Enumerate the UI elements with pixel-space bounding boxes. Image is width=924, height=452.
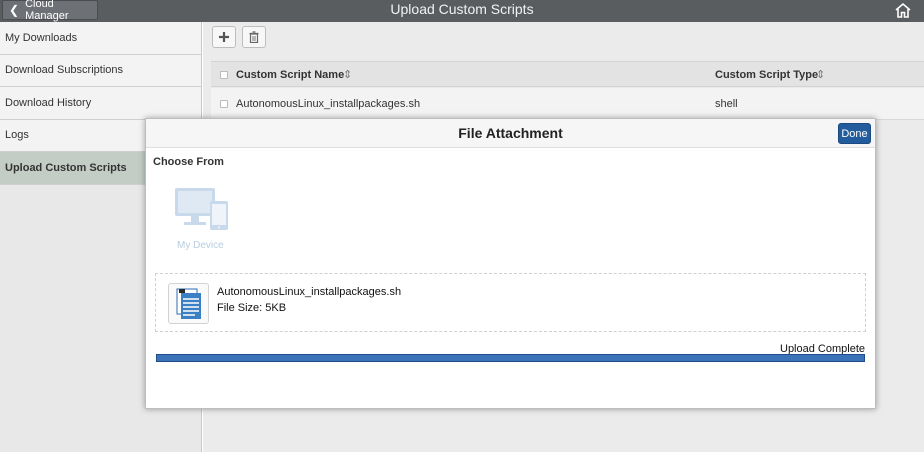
grid-header: Custom Script Name ⇕ Custom Script Type … [211,61,924,87]
sort-icon[interactable]: ⇕ [343,68,352,81]
top-bar: ❮ Cloud Manager Upload Custom Scripts [0,0,924,22]
file-item: AutonomousLinux_installpackages.sh File … [155,273,866,332]
plus-icon [219,32,229,42]
my-device-label[interactable]: My Device [177,240,224,251]
modal-title: File Attachment [458,125,563,141]
table-row[interactable]: AutonomousLinux_installpackages.sh shell [211,88,924,120]
script-name-cell: AutonomousLinux_installpackages.sh [236,98,421,110]
sidebar-item-download-subscriptions[interactable]: Download Subscriptions [0,54,201,87]
sidebar-item-label: Upload Custom Scripts [5,161,127,174]
row-checkbox[interactable] [220,100,228,108]
sidebar-item-download-history[interactable]: Download History [0,87,201,120]
modal-header: File Attachment Done [146,119,875,148]
delete-button[interactable] [242,26,266,48]
page-title: Upload Custom Scripts [390,1,534,17]
add-button[interactable] [212,26,236,48]
sidebar-item-label: Download History [5,96,92,109]
progress-fill [157,355,864,361]
file-thumbnail [168,283,209,324]
sidebar-item-label: My Downloads [5,31,78,44]
file-name: AutonomousLinux_installpackages.sh [217,286,402,298]
desktop-tablet-icon[interactable] [174,187,232,233]
select-all-checkbox[interactable] [220,71,228,79]
file-size: File Size: 5KB [217,302,287,314]
choose-from-label: Choose From [153,156,224,168]
column-header-script-name[interactable]: Custom Script Name [236,69,344,81]
sort-icon[interactable]: ⇕ [816,68,825,81]
sidebar-item-my-downloads[interactable]: My Downloads [0,22,201,55]
document-icon [176,288,201,319]
script-type-cell: shell [715,98,738,110]
upload-progress-bar [156,354,865,362]
done-button[interactable]: Done [838,123,871,144]
sidebar-item-label: Download Subscriptions [5,64,124,77]
file-attachment-modal: File Attachment Done Choose From My Devi… [145,118,876,409]
trash-icon [249,31,259,43]
column-header-script-type[interactable]: Custom Script Type [715,69,818,81]
home-icon[interactable] [894,2,912,19]
sidebar-item-label: Logs [5,129,29,142]
